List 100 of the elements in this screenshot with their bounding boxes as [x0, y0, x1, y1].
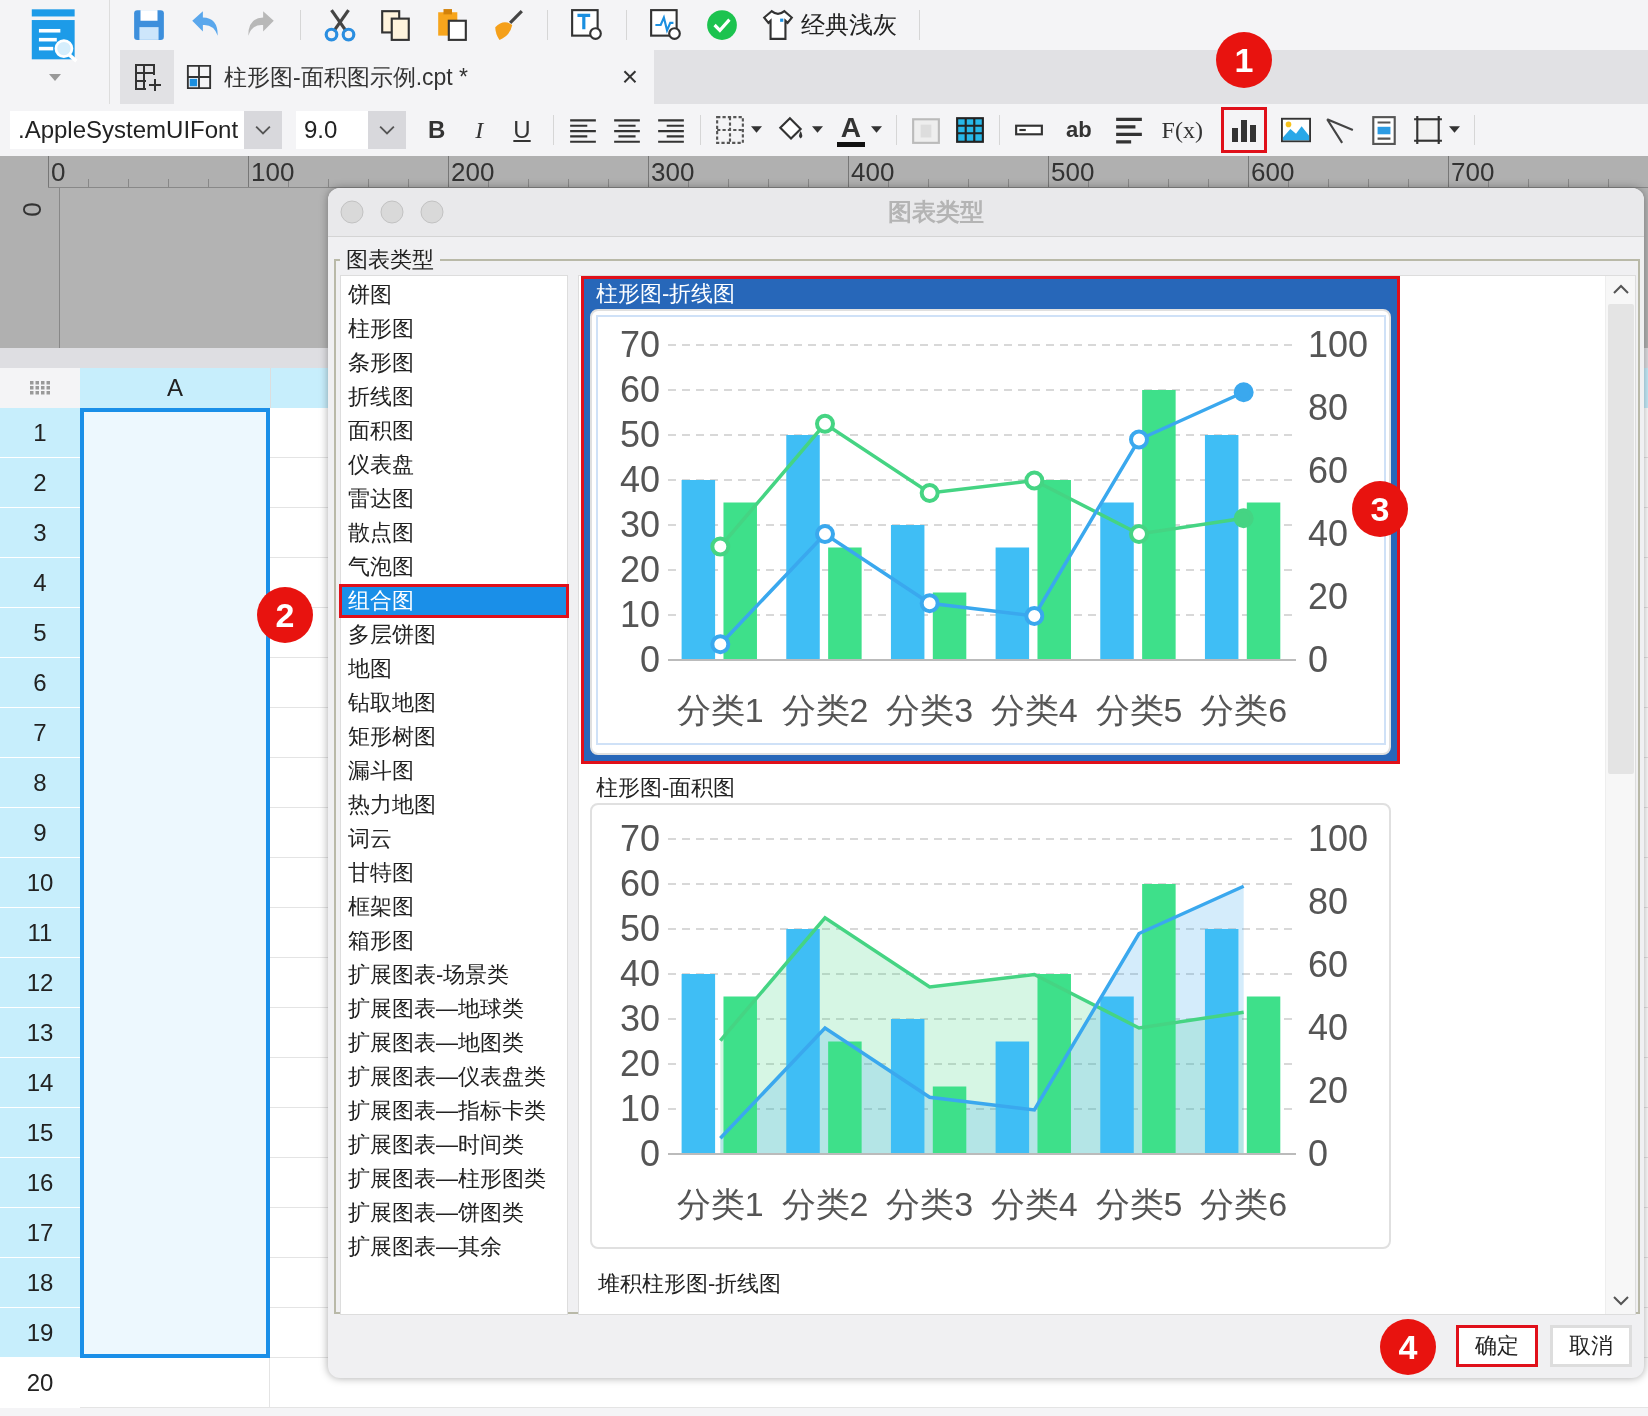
chart-type-item[interactable]: 甘特图	[339, 856, 569, 890]
row-header[interactable]: 15	[0, 1108, 80, 1158]
paragraph-icon[interactable]	[1113, 115, 1144, 145]
text-cell-icon[interactable]	[910, 115, 941, 145]
scrollbar[interactable]	[1605, 276, 1635, 1314]
chart-type-item[interactable]: 柱形图	[339, 312, 569, 346]
row-header[interactable]: 12	[0, 958, 80, 1008]
chart-type-item[interactable]: 气泡图	[339, 550, 569, 584]
axis-label: 0	[639, 639, 660, 680]
check-circle-icon[interactable]	[705, 8, 739, 42]
row-header[interactable]: 9	[0, 808, 80, 858]
chart-type-item[interactable]: 钻取地图	[339, 686, 569, 720]
chart-option-title[interactable]: 堆积柱形图-折线图	[581, 1266, 785, 1302]
chart-type-item[interactable]: 扩展图表—其余	[339, 1230, 569, 1264]
save-icon[interactable]	[132, 8, 166, 42]
italic-button[interactable]: I	[467, 116, 492, 144]
chart-type-item[interactable]: 面积图	[339, 414, 569, 448]
row-header[interactable]: 2	[0, 458, 80, 508]
image-icon[interactable]	[1280, 115, 1311, 145]
row-header[interactable]: 8	[0, 758, 80, 808]
frame-icon[interactable]	[1412, 115, 1443, 145]
chart-type-item[interactable]: 扩展图表—地图类	[339, 1026, 569, 1060]
row-header[interactable]: 7	[0, 708, 80, 758]
chart-type-item[interactable]: 箱形图	[339, 924, 569, 958]
document-tab[interactable]: 柱形图-面积图示例.cpt * ×	[174, 50, 654, 104]
chart-type-item[interactable]: 框架图	[339, 890, 569, 924]
chart-type-item[interactable]: 多层饼图	[339, 618, 569, 652]
row-header[interactable]: 3	[0, 508, 80, 558]
chart-type-item[interactable]: 散点图	[339, 516, 569, 550]
chart-type-item[interactable]: 词云	[339, 822, 569, 856]
row-header[interactable]: 1	[0, 408, 80, 458]
axis-label: 60	[1307, 450, 1348, 491]
ruler-label: 400	[848, 156, 1048, 187]
font-field[interactable]: .AppleSystemUIFont	[10, 111, 282, 149]
text-search-icon[interactable]	[570, 8, 604, 42]
chart-type-item[interactable]: 扩展图表-场景类	[339, 958, 569, 992]
chart-type-item[interactable]: 矩形树图	[339, 720, 569, 754]
formula-button[interactable]: F(x)	[1157, 116, 1207, 144]
chart-type-item[interactable]: 地图	[339, 652, 569, 686]
bar-chart-button[interactable]	[1220, 107, 1267, 153]
row-header[interactable]: 6	[0, 658, 80, 708]
paste-icon[interactable]	[435, 8, 469, 42]
row-header[interactable]: 10	[0, 858, 80, 908]
chart-type-item[interactable]: 漏斗图	[339, 754, 569, 788]
row-header[interactable]: 16	[0, 1158, 80, 1208]
dropdown-caret-icon[interactable]	[244, 111, 282, 149]
category-label: 分类4	[990, 691, 1078, 729]
bold-button[interactable]: B	[420, 116, 454, 144]
dialog-button[interactable]: 确定	[1456, 1325, 1538, 1367]
row-header[interactable]: 11	[0, 908, 80, 958]
new-sheet-icon[interactable]	[132, 61, 164, 93]
dropdown-caret-icon[interactable]	[368, 111, 406, 149]
chart-type-item[interactable]: 仪表盘	[339, 448, 569, 482]
row-header[interactable]: 13	[0, 1008, 80, 1058]
copy-icon[interactable]	[379, 8, 413, 42]
scissors-icon[interactable]	[323, 8, 357, 42]
caret-icon[interactable]	[870, 126, 882, 134]
border-icon[interactable]	[714, 115, 745, 145]
chart-type-item[interactable]: 扩展图表—指标卡类	[339, 1094, 569, 1128]
chart-type-item[interactable]: 扩展图表—仪表盘类	[339, 1060, 569, 1094]
row-header[interactable]: 5	[0, 608, 80, 658]
text-button[interactable]: ab	[1057, 117, 1100, 143]
row-header[interactable]: 14	[0, 1058, 80, 1108]
theme-button[interactable]: 经典浅灰	[761, 8, 897, 42]
row-header[interactable]: 18	[0, 1258, 80, 1308]
row-header[interactable]: 4	[0, 558, 80, 608]
chart-type-item[interactable]: 扩展图表—柱形图类	[339, 1162, 569, 1196]
chart-type-item[interactable]: 扩展图表—饼图类	[339, 1196, 569, 1230]
caret-icon[interactable]	[750, 126, 762, 134]
row-header[interactable]: 17	[0, 1208, 80, 1258]
chart-type-item[interactable]: 扩展图表—地球类	[339, 992, 569, 1026]
chart-preview-icon[interactable]	[649, 8, 683, 42]
caret-icon[interactable]	[1448, 126, 1460, 134]
slash-line-icon[interactable]	[1324, 115, 1355, 145]
axis-label: 40	[619, 459, 660, 500]
axis-label: 40	[619, 953, 660, 994]
font-color-button[interactable]: A	[836, 113, 865, 147]
chart-option-title: 柱形图-面积图	[595, 774, 737, 802]
ruler-label: 300	[648, 156, 848, 187]
chart-type-item[interactable]: 雷达图	[339, 482, 569, 516]
chart-type-item[interactable]: 热力地图	[339, 788, 569, 822]
dialog-button[interactable]: 取消	[1550, 1325, 1632, 1367]
column-header[interactable]: A	[80, 368, 271, 408]
chart-type-item[interactable]: 折线图	[339, 380, 569, 414]
close-tab-button[interactable]: ×	[617, 61, 642, 93]
font-size-field[interactable]: 9.0	[296, 111, 406, 149]
row-header[interactable]: 19	[0, 1308, 80, 1358]
sheet-cell[interactable]	[80, 1308, 270, 1358]
sheet-cell[interactable]	[80, 408, 270, 458]
table-icon[interactable]	[954, 115, 985, 145]
underline-button[interactable]: U	[505, 116, 539, 144]
chart-type-item[interactable]: 条形图	[339, 346, 569, 380]
chart-type-item[interactable]: 饼图	[339, 278, 569, 312]
row-header[interactable]: 20	[0, 1358, 80, 1408]
scroll-up-icon[interactable]	[1612, 284, 1629, 294]
chart-type-item[interactable]: 扩展图表—时间类	[339, 1128, 569, 1162]
axis-label: 0	[1307, 1133, 1328, 1174]
caret-icon[interactable]	[811, 126, 823, 134]
scroll-down-icon[interactable]	[1612, 1296, 1629, 1306]
axis-label: 20	[619, 1043, 660, 1084]
